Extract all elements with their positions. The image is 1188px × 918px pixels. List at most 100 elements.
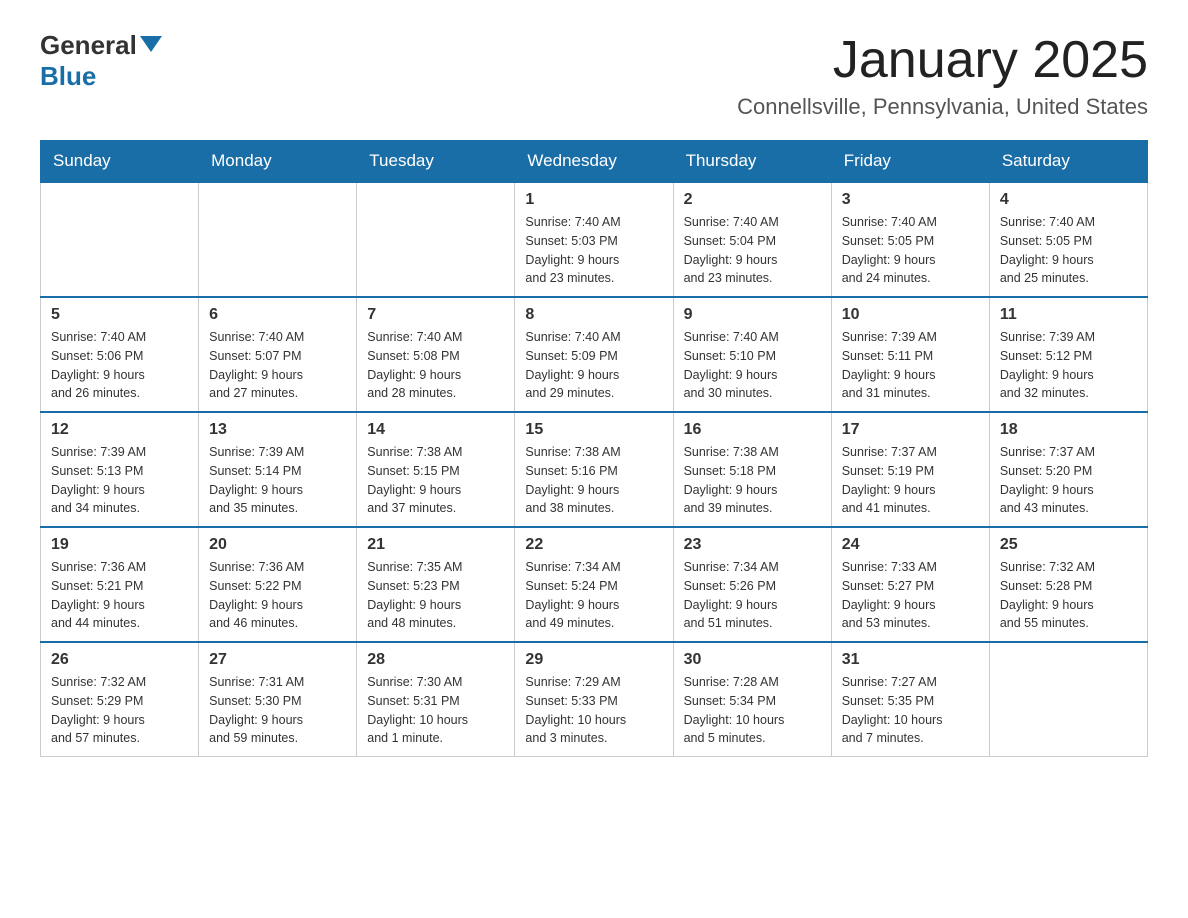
day-number: 17 bbox=[842, 421, 979, 439]
logo-blue: Blue bbox=[40, 61, 96, 91]
day-header-saturday: Saturday bbox=[989, 141, 1147, 183]
week-row-4: 19 Sunrise: 7:36 AM Sunset: 5:21 PM Dayli… bbox=[41, 527, 1148, 642]
day-number: 3 bbox=[842, 191, 979, 209]
week-row-1: 1 Sunrise: 7:40 AM Sunset: 5:03 PM Daylig… bbox=[41, 182, 1148, 297]
day-info: Sunrise: 7:40 AM Sunset: 5:06 PM Dayligh… bbox=[51, 328, 188, 403]
day-header-sunday: Sunday bbox=[41, 141, 199, 183]
calendar-subtitle: Connellsville, Pennsylvania, United Stat… bbox=[737, 94, 1148, 120]
day-info: Sunrise: 7:29 AM Sunset: 5:33 PM Dayligh… bbox=[525, 673, 662, 748]
calendar-cell: 17 Sunrise: 7:37 AM Sunset: 5:19 PM Dayli… bbox=[831, 412, 989, 527]
calendar-cell: 18Sunrise: 7:37 AM Sunset: 5:20 PM Dayli… bbox=[989, 412, 1147, 527]
day-number: 10 bbox=[842, 306, 979, 324]
calendar-cell: 12Sunrise: 7:39 AM Sunset: 5:13 PM Dayli… bbox=[41, 412, 199, 527]
day-number: 25 bbox=[1000, 536, 1137, 554]
calendar-cell: 26 Sunrise: 7:32 AM Sunset: 5:29 PM Dayli… bbox=[41, 642, 199, 757]
day-info: Sunrise: 7:37 AM Sunset: 5:20 PM Dayligh… bbox=[1000, 443, 1137, 518]
calendar-cell: 2 Sunrise: 7:40 AM Sunset: 5:04 PM Daylig… bbox=[673, 182, 831, 297]
calendar-cell bbox=[357, 182, 515, 297]
week-row-5: 26 Sunrise: 7:32 AM Sunset: 5:29 PM Dayli… bbox=[41, 642, 1148, 757]
day-info: Sunrise: 7:37 AM Sunset: 5:19 PM Dayligh… bbox=[842, 443, 979, 518]
day-number: 24 bbox=[842, 536, 979, 554]
calendar-cell: 22 Sunrise: 7:34 AM Sunset: 5:24 PM Dayli… bbox=[515, 527, 673, 642]
day-number: 14 bbox=[367, 421, 504, 439]
calendar-title: January 2025 bbox=[737, 30, 1148, 90]
days-header-row: SundayMondayTuesdayWednesdayThursdayFrid… bbox=[41, 141, 1148, 183]
day-number: 22 bbox=[525, 536, 662, 554]
day-number: 4 bbox=[1000, 191, 1137, 209]
calendar-cell: 8 Sunrise: 7:40 AM Sunset: 5:09 PM Daylig… bbox=[515, 297, 673, 412]
day-number: 5 bbox=[51, 306, 188, 324]
day-info: Sunrise: 7:40 AM Sunset: 5:08 PM Dayligh… bbox=[367, 328, 504, 403]
day-number: 30 bbox=[684, 651, 821, 669]
calendar-cell bbox=[989, 642, 1147, 757]
logo: General Blue bbox=[40, 30, 162, 92]
day-info: Sunrise: 7:40 AM Sunset: 5:07 PM Dayligh… bbox=[209, 328, 346, 403]
day-number: 11 bbox=[1000, 306, 1137, 324]
day-number: 6 bbox=[209, 306, 346, 324]
day-info: Sunrise: 7:38 AM Sunset: 5:16 PM Dayligh… bbox=[525, 443, 662, 518]
day-number: 20 bbox=[209, 536, 346, 554]
day-info: Sunrise: 7:30 AM Sunset: 5:31 PM Dayligh… bbox=[367, 673, 504, 748]
day-number: 15 bbox=[525, 421, 662, 439]
day-header-monday: Monday bbox=[199, 141, 357, 183]
logo-arrow-icon bbox=[140, 32, 162, 54]
day-info: Sunrise: 7:40 AM Sunset: 5:04 PM Dayligh… bbox=[684, 213, 821, 288]
day-number: 23 bbox=[684, 536, 821, 554]
calendar-cell: 13 Sunrise: 7:39 AM Sunset: 5:14 PM Dayli… bbox=[199, 412, 357, 527]
calendar-cell: 31Sunrise: 7:27 AM Sunset: 5:35 PM Dayli… bbox=[831, 642, 989, 757]
day-info: Sunrise: 7:32 AM Sunset: 5:29 PM Dayligh… bbox=[51, 673, 188, 748]
calendar-cell: 7 Sunrise: 7:40 AM Sunset: 5:08 PM Daylig… bbox=[357, 297, 515, 412]
calendar-cell: 27 Sunrise: 7:31 AM Sunset: 5:30 PM Dayli… bbox=[199, 642, 357, 757]
calendar-cell: 23 Sunrise: 7:34 AM Sunset: 5:26 PM Dayli… bbox=[673, 527, 831, 642]
day-info: Sunrise: 7:32 AM Sunset: 5:28 PM Dayligh… bbox=[1000, 558, 1137, 633]
calendar-cell: 24Sunrise: 7:33 AM Sunset: 5:27 PM Dayli… bbox=[831, 527, 989, 642]
logo-general: General bbox=[40, 30, 137, 61]
day-info: Sunrise: 7:35 AM Sunset: 5:23 PM Dayligh… bbox=[367, 558, 504, 633]
day-info: Sunrise: 7:34 AM Sunset: 5:24 PM Dayligh… bbox=[525, 558, 662, 633]
calendar-cell bbox=[199, 182, 357, 297]
day-number: 26 bbox=[51, 651, 188, 669]
day-info: Sunrise: 7:40 AM Sunset: 5:09 PM Dayligh… bbox=[525, 328, 662, 403]
calendar-cell: 30Sunrise: 7:28 AM Sunset: 5:34 PM Dayli… bbox=[673, 642, 831, 757]
day-info: Sunrise: 7:31 AM Sunset: 5:30 PM Dayligh… bbox=[209, 673, 346, 748]
day-info: Sunrise: 7:36 AM Sunset: 5:22 PM Dayligh… bbox=[209, 558, 346, 633]
calendar-cell: 6 Sunrise: 7:40 AM Sunset: 5:07 PM Daylig… bbox=[199, 297, 357, 412]
calendar-cell: 20 Sunrise: 7:36 AM Sunset: 5:22 PM Dayli… bbox=[199, 527, 357, 642]
calendar-cell: 3 Sunrise: 7:40 AM Sunset: 5:05 PM Daylig… bbox=[831, 182, 989, 297]
day-header-thursday: Thursday bbox=[673, 141, 831, 183]
day-info: Sunrise: 7:40 AM Sunset: 5:05 PM Dayligh… bbox=[1000, 213, 1137, 288]
day-info: Sunrise: 7:39 AM Sunset: 5:14 PM Dayligh… bbox=[209, 443, 346, 518]
calendar-cell: 16Sunrise: 7:38 AM Sunset: 5:18 PM Dayli… bbox=[673, 412, 831, 527]
calendar-cell: 25 Sunrise: 7:32 AM Sunset: 5:28 PM Dayli… bbox=[989, 527, 1147, 642]
calendar-cell: 19 Sunrise: 7:36 AM Sunset: 5:21 PM Dayli… bbox=[41, 527, 199, 642]
calendar-cell: 4 Sunrise: 7:40 AM Sunset: 5:05 PM Daylig… bbox=[989, 182, 1147, 297]
day-header-friday: Friday bbox=[831, 141, 989, 183]
day-number: 7 bbox=[367, 306, 504, 324]
day-number: 13 bbox=[209, 421, 346, 439]
day-info: Sunrise: 7:39 AM Sunset: 5:11 PM Dayligh… bbox=[842, 328, 979, 403]
page-header: General Blue January 2025 Connellsville,… bbox=[40, 30, 1148, 120]
day-info: Sunrise: 7:38 AM Sunset: 5:15 PM Dayligh… bbox=[367, 443, 504, 518]
calendar-cell: 15 Sunrise: 7:38 AM Sunset: 5:16 PM Dayli… bbox=[515, 412, 673, 527]
day-info: Sunrise: 7:40 AM Sunset: 5:05 PM Dayligh… bbox=[842, 213, 979, 288]
day-number: 2 bbox=[684, 191, 821, 209]
day-info: Sunrise: 7:40 AM Sunset: 5:10 PM Dayligh… bbox=[684, 328, 821, 403]
day-header-tuesday: Tuesday bbox=[357, 141, 515, 183]
day-number: 8 bbox=[525, 306, 662, 324]
day-info: Sunrise: 7:36 AM Sunset: 5:21 PM Dayligh… bbox=[51, 558, 188, 633]
calendar-cell bbox=[41, 182, 199, 297]
day-info: Sunrise: 7:40 AM Sunset: 5:03 PM Dayligh… bbox=[525, 213, 662, 288]
day-number: 29 bbox=[525, 651, 662, 669]
day-header-wednesday: Wednesday bbox=[515, 141, 673, 183]
calendar-cell: 9Sunrise: 7:40 AM Sunset: 5:10 PM Daylig… bbox=[673, 297, 831, 412]
calendar-cell: 11 Sunrise: 7:39 AM Sunset: 5:12 PM Dayli… bbox=[989, 297, 1147, 412]
day-info: Sunrise: 7:34 AM Sunset: 5:26 PM Dayligh… bbox=[684, 558, 821, 633]
day-number: 1 bbox=[525, 191, 662, 209]
day-number: 27 bbox=[209, 651, 346, 669]
day-number: 19 bbox=[51, 536, 188, 554]
calendar-table: SundayMondayTuesdayWednesdayThursdayFrid… bbox=[40, 140, 1148, 757]
calendar-cell: 29 Sunrise: 7:29 AM Sunset: 5:33 PM Dayli… bbox=[515, 642, 673, 757]
day-info: Sunrise: 7:39 AM Sunset: 5:12 PM Dayligh… bbox=[1000, 328, 1137, 403]
day-number: 21 bbox=[367, 536, 504, 554]
calendar-cell: 28Sunrise: 7:30 AM Sunset: 5:31 PM Dayli… bbox=[357, 642, 515, 757]
